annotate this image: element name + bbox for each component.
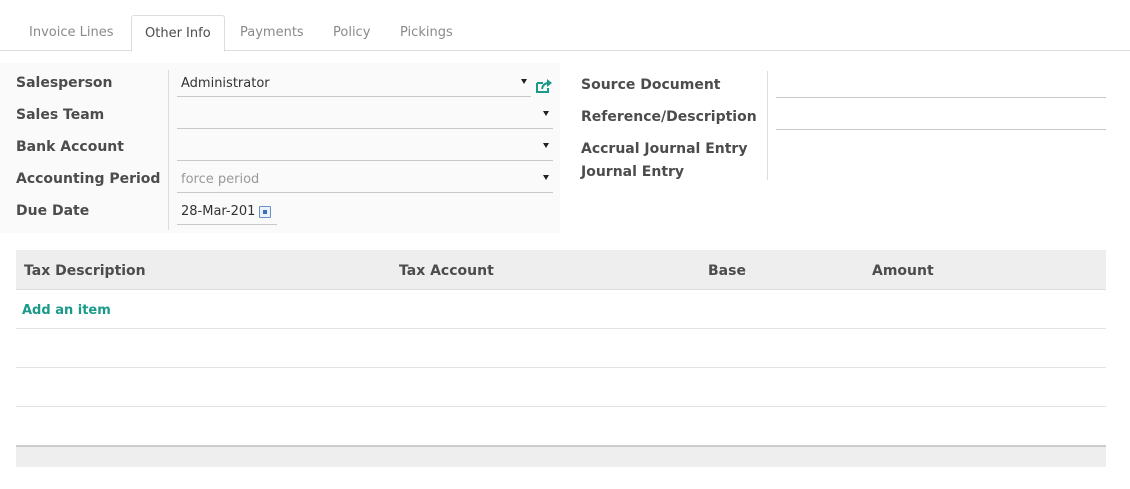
label-separator [168,70,169,230]
table-row [16,368,1106,407]
table-row [16,329,1106,368]
tab-other-info[interactable]: Other Info [131,15,225,52]
column-tax-description[interactable]: Tax Description [24,263,146,279]
journal-entry-label: Journal Entry [581,164,685,180]
right-label-separator [767,71,768,180]
salesperson-label: Salesperson [16,75,113,91]
sales-team-select[interactable] [177,105,553,129]
due-date-value: 28-Mar-201 [181,204,256,219]
accounting-period-select[interactable]: force period [177,169,553,193]
source-document-label: Source Document [581,77,721,93]
tab-pickings[interactable]: Pickings [387,15,466,51]
salesperson-select[interactable]: Administrator [177,73,531,97]
table-row: Add an item [16,290,1106,329]
reference-description-input[interactable] [776,104,1106,130]
tab-invoice-lines[interactable]: Invoice Lines [16,15,126,51]
calendar-icon[interactable] [259,206,271,218]
reference-description-label: Reference/Description [581,109,757,125]
caret-down-icon [521,79,527,84]
caret-down-icon [543,143,549,148]
notebook-tabs: Invoice Lines Other Info Payments Policy… [0,0,1130,52]
source-document-input[interactable] [776,72,1106,98]
accounting-period-placeholder: force period [181,172,260,187]
column-tax-account[interactable]: Tax Account [399,263,494,279]
column-amount[interactable]: Amount [872,263,934,279]
tab-payments[interactable]: Payments [227,15,317,51]
tab-policy[interactable]: Policy [320,15,383,51]
sales-team-label: Sales Team [16,107,105,123]
due-date-label: Due Date [16,203,90,219]
salesperson-value: Administrator [181,76,270,91]
tax-table-footer [16,445,1106,467]
caret-down-icon [543,175,549,180]
bank-account-select[interactable] [177,137,553,161]
tax-table-header: Tax Description Tax Account Base Amount [16,250,1106,290]
add-item-link[interactable]: Add an item [22,303,111,318]
accounting-period-label: Accounting Period [16,171,161,187]
accrual-journal-entry-label: Accrual Journal Entry [581,141,748,157]
caret-down-icon [543,111,549,116]
bank-account-label: Bank Account [16,139,124,155]
external-link-icon[interactable] [535,78,553,94]
column-base[interactable]: Base [708,263,746,279]
